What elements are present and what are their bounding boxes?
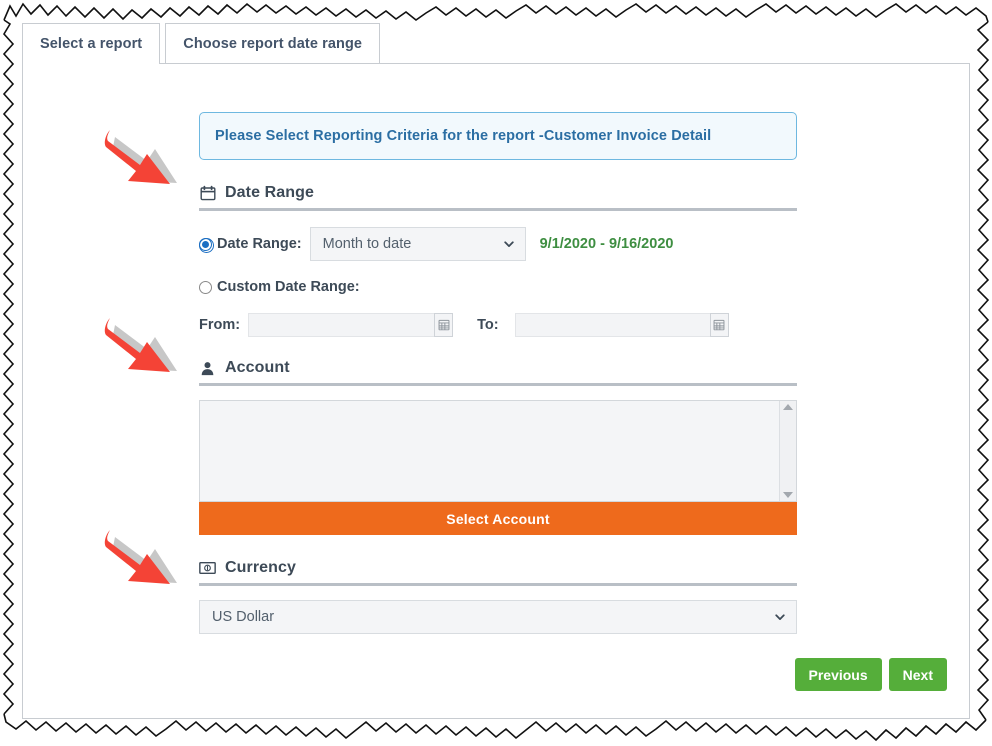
currency-title: Currency — [225, 559, 297, 576]
tabbar: Select a report Choose report date range — [22, 22, 381, 64]
tab-choose-report-date-range-label: Choose report date range — [183, 36, 363, 52]
date-range-rule — [199, 208, 797, 211]
from-date-input[interactable] — [248, 313, 435, 337]
scroll-up-arrow-icon[interactable] — [783, 404, 793, 410]
select-account-button-label: Select Account — [446, 510, 550, 527]
next-button-label: Next — [902, 666, 933, 683]
date-range-title: Date Range — [225, 184, 315, 201]
to-date-input[interactable] — [514, 313, 710, 337]
tab-choose-report-date-range[interactable]: Choose report date range — [165, 23, 381, 64]
from-field-group — [248, 313, 454, 337]
computed-date-range: 9/1/2020 - 9/16/2020 — [539, 236, 674, 252]
chevron-down-icon — [774, 611, 786, 623]
screenshot-root: Select a report Choose report date range… — [0, 0, 992, 746]
to-field-group: To: — [477, 313, 729, 337]
currency-rule — [199, 583, 797, 586]
date-range-heading: Date Range — [199, 184, 797, 208]
account-rule — [199, 383, 797, 386]
account-heading: Account — [199, 359, 797, 383]
radio-custom-date-range[interactable] — [199, 280, 212, 294]
account-listbox[interactable] — [199, 400, 797, 502]
wizard-footer-buttons: Previous Next — [794, 658, 947, 691]
tab-select-a-report-label: Select a report — [40, 36, 143, 52]
next-button[interactable]: Next — [888, 658, 947, 691]
scroll-down-arrow-icon[interactable] — [783, 492, 793, 498]
from-label: From: — [199, 317, 241, 333]
select-account-button[interactable]: Select Account — [199, 502, 797, 535]
custom-date-range-radio-row: Custom Date Range: — [199, 279, 797, 295]
info-banner-text: Please Select Reporting Criteria for the… — [215, 128, 712, 144]
date-range-radio-row: Date Range: Month to date 9/1/2020 - 9/1… — [199, 227, 797, 261]
to-calendar-picker-icon[interactable] — [709, 313, 729, 337]
currency-dropdown-value: US Dollar — [212, 609, 275, 625]
account-title: Account — [225, 359, 290, 376]
user-icon — [199, 360, 216, 377]
criteria-form: Please Select Reporting Criteria for the… — [199, 112, 797, 634]
radio-date-range[interactable] — [199, 237, 214, 253]
to-label: To: — [477, 317, 499, 333]
section-date-range: Date Range Date Range: Month to date 9/1… — [199, 184, 797, 337]
previous-button[interactable]: Previous — [794, 658, 882, 691]
from-to-row: From: To: — [199, 313, 797, 337]
previous-button-label: Previous — [808, 666, 868, 683]
chevron-down-icon — [503, 238, 515, 250]
info-banner: Please Select Reporting Criteria for the… — [199, 112, 797, 160]
calendar-icon — [199, 185, 216, 202]
report-wizard-card: Select a report Choose report date range… — [22, 22, 970, 719]
date-range-dropdown[interactable]: Month to date — [309, 227, 526, 261]
from-calendar-picker-icon[interactable] — [434, 313, 454, 337]
currency-dropdown[interactable]: US Dollar — [199, 600, 797, 634]
tab-select-a-report[interactable]: Select a report — [22, 23, 161, 64]
currency-heading: Currency — [199, 559, 797, 583]
banknote-icon — [199, 560, 216, 577]
section-account: Account Select Account — [199, 359, 797, 535]
wizard-panel: Please Select Reporting Criteria for the… — [22, 63, 970, 719]
section-currency: Currency US Dollar — [199, 559, 797, 634]
radio-date-range-label: Date Range: — [217, 236, 302, 252]
account-listbox-scrollbar[interactable] — [779, 401, 796, 501]
date-range-dropdown-value: Month to date — [322, 236, 412, 252]
radio-custom-date-range-label: Custom Date Range: — [217, 279, 360, 295]
